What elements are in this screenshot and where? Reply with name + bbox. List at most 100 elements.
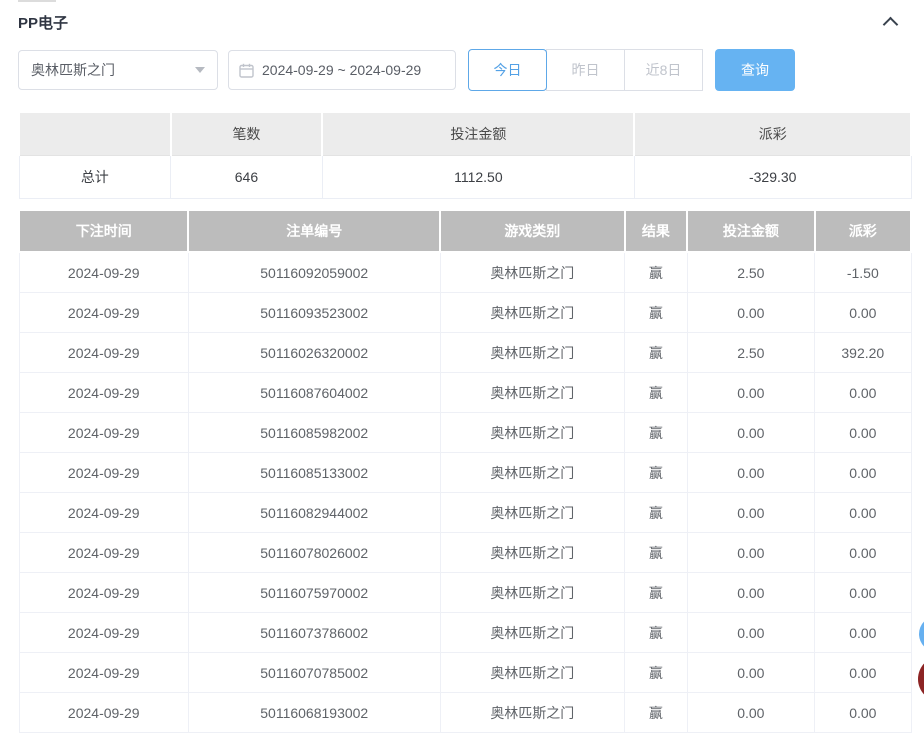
cell-bet-time: 2024-09-29	[18, 332, 189, 373]
cell-game-category: 奥林匹斯之门	[439, 612, 626, 653]
summary-header-payout: 派彩	[633, 111, 912, 156]
cell-bet-number: 50116085982002	[187, 412, 441, 453]
cell-result: 赢	[624, 251, 688, 293]
cell-bet-number: 50116093523002	[187, 292, 441, 333]
cell-payout: 0.00	[814, 692, 912, 733]
cell-payout: 0.00	[814, 612, 912, 653]
cell-bet-number: 50116082944002	[187, 492, 441, 533]
summary-header-bet-amount: 投注金额	[321, 111, 636, 156]
cell-game-category: 奥林匹斯之门	[439, 332, 626, 373]
cell-game-category: 奥林匹斯之门	[439, 492, 626, 533]
cell-payout: 392.20	[814, 332, 912, 373]
cell-result: 赢	[624, 292, 688, 333]
cell-bet-time: 2024-09-29	[18, 372, 189, 413]
chevron-up-icon	[882, 16, 898, 33]
table-row: 2024-09-29 50116026320002 奥林匹斯之门 赢 2.50 …	[18, 332, 912, 373]
summary-total-row: 总计 646 1112.50 -329.30	[18, 155, 912, 199]
cell-payout: 0.00	[814, 492, 912, 533]
cell-result: 赢	[624, 332, 688, 373]
cell-bet-time: 2024-09-29	[18, 292, 189, 333]
filter-bar: 奥林匹斯之门 2024-09-29 ~ 2024-09-29 今日 昨日 近8日…	[18, 49, 924, 91]
floating-widget-blue[interactable]	[919, 616, 924, 652]
summary-table: 笔数 投注金额 派彩 总计 646 1112.50 -329.30	[18, 111, 912, 199]
quick-range-group: 今日 昨日 近8日	[468, 49, 703, 91]
summary-total-label: 总计	[18, 155, 172, 199]
cell-game-category: 奥林匹斯之门	[439, 412, 626, 453]
date-range-value: 2024-09-29 ~ 2024-09-29	[262, 62, 422, 78]
quick-range-button[interactable]: 昨日	[546, 49, 625, 91]
cell-bet-amount: 0.00	[686, 532, 816, 573]
summary-total-payout: -329.30	[633, 155, 912, 199]
cell-bet-amount: 0.00	[686, 452, 816, 493]
cell-payout: 0.00	[814, 452, 912, 493]
cell-payout: -1.50	[814, 251, 912, 293]
cell-payout: 0.00	[814, 652, 912, 693]
caret-down-icon	[195, 67, 205, 73]
cell-payout: 0.00	[814, 372, 912, 413]
cell-game-category: 奥林匹斯之门	[439, 372, 626, 413]
cell-result: 赢	[624, 492, 688, 533]
date-range-picker[interactable]: 2024-09-29 ~ 2024-09-29	[228, 50, 456, 90]
header-game-category: 游戏类别	[439, 209, 626, 253]
bets-table: 下注时间 注单编号 游戏类别 结果 投注金额 派彩 2024-09-29 501…	[17, 209, 913, 733]
game-select[interactable]: 奥林匹斯之门	[18, 50, 218, 90]
search-button[interactable]: 查询	[715, 49, 795, 91]
cell-result: 赢	[624, 372, 688, 413]
cell-game-category: 奥林匹斯之门	[439, 572, 626, 613]
panel-header: PP电子	[0, 0, 924, 34]
cell-bet-amount: 0.00	[686, 492, 816, 533]
table-row: 2024-09-29 50116087604002 奥林匹斯之门 赢 0.00 …	[18, 372, 912, 413]
cell-bet-time: 2024-09-29	[18, 452, 189, 493]
summary-total-bet-amount: 1112.50	[321, 155, 635, 199]
summary-header-blank	[18, 111, 172, 156]
table-row: 2024-09-29 50116085982002 奥林匹斯之门 赢 0.00 …	[18, 412, 912, 453]
cell-game-category: 奥林匹斯之门	[439, 532, 626, 573]
quick-range-button[interactable]: 今日	[468, 49, 547, 91]
collapse-button[interactable]	[882, 15, 898, 33]
cell-bet-amount: 2.50	[686, 251, 816, 293]
table-row: 2024-09-29 50116092059002 奥林匹斯之门 赢 2.50 …	[18, 251, 912, 293]
table-row: 2024-09-29 50116085133002 奥林匹斯之门 赢 0.00 …	[18, 452, 912, 493]
table-row: 2024-09-29 50116073786002 奥林匹斯之门 赢 0.00 …	[18, 612, 912, 653]
cell-result: 赢	[624, 572, 688, 613]
cell-bet-number: 50116075970002	[187, 572, 441, 613]
top-edge-fragment	[18, 0, 56, 2]
table-row: 2024-09-29 50116068193002 奥林匹斯之门 赢 0.00 …	[18, 692, 912, 733]
cell-result: 赢	[624, 692, 688, 733]
quick-range-button[interactable]: 近8日	[624, 49, 703, 91]
cell-bet-time: 2024-09-29	[18, 412, 189, 453]
header-payout: 派彩	[813, 209, 913, 253]
cell-bet-number: 50116087604002	[187, 372, 441, 413]
cell-payout: 0.00	[814, 292, 912, 333]
cell-result: 赢	[624, 532, 688, 573]
cell-bet-time: 2024-09-29	[18, 572, 189, 613]
cell-bet-amount: 0.00	[686, 412, 816, 453]
cell-bet-amount: 2.50	[686, 332, 816, 373]
summary-header-row: 笔数 投注金额 派彩	[18, 111, 912, 156]
cell-bet-time: 2024-09-29	[18, 532, 189, 573]
cell-bet-number: 50116092059002	[187, 251, 441, 293]
header-bet-time: 下注时间	[17, 209, 190, 253]
cell-bet-number: 50116070785002	[187, 652, 441, 693]
cell-bet-number: 50116026320002	[187, 332, 441, 373]
cell-bet-time: 2024-09-29	[18, 251, 189, 293]
cell-bet-time: 2024-09-29	[18, 652, 189, 693]
cell-payout: 0.00	[814, 572, 912, 613]
panel-title: PP电子	[18, 14, 69, 32]
cell-bet-amount: 0.00	[686, 652, 816, 693]
table-row: 2024-09-29 50116075970002 奥林匹斯之门 赢 0.00 …	[18, 572, 912, 613]
cell-game-category: 奥林匹斯之门	[439, 251, 626, 293]
header-bet-number: 注单编号	[187, 209, 441, 253]
cell-bet-number: 50116085133002	[187, 452, 441, 493]
bets-header-row: 下注时间 注单编号 游戏类别 结果 投注金额 派彩	[17, 209, 913, 253]
cell-bet-time: 2024-09-29	[18, 692, 189, 733]
cell-payout: 0.00	[814, 412, 912, 453]
cell-payout: 0.00	[814, 532, 912, 573]
game-select-value: 奥林匹斯之门	[31, 62, 115, 78]
cell-bet-amount: 0.00	[686, 292, 816, 333]
cell-bet-amount: 0.00	[686, 692, 816, 733]
calendar-icon	[239, 63, 254, 78]
floating-widget-red[interactable]	[918, 656, 924, 702]
cell-result: 赢	[624, 452, 688, 493]
table-row: 2024-09-29 50116070785002 奥林匹斯之门 赢 0.00 …	[18, 652, 912, 693]
